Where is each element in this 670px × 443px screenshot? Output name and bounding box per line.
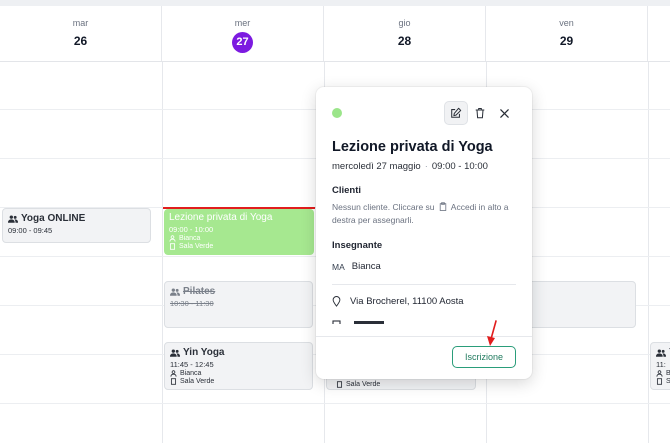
person-icon — [656, 370, 663, 377]
event-title: Yoga ONLINE — [21, 213, 86, 224]
address-row: Via Brocherel, 11100 Aosta — [332, 296, 464, 307]
map-pin-icon — [332, 296, 341, 307]
day-of-week: gio — [398, 18, 411, 28]
day-number: 26 — [73, 34, 88, 48]
event-teacher-name: Bianca — [180, 370, 202, 377]
teacher-avatar: MA — [332, 261, 345, 272]
popover-footer-divider — [316, 336, 532, 337]
popover-title: Lezione privata di Yoga — [332, 139, 493, 155]
popover-divider — [332, 284, 516, 285]
clipboard-icon — [439, 202, 447, 211]
event-saturday-clipped[interactable]: Yi 11: B S — [650, 342, 670, 390]
room-icon — [656, 378, 663, 385]
event-yin-yoga[interactable]: Yin Yoga 11:45 - 12:45 Bianca Sala Verde — [164, 342, 313, 390]
event-teacher: Bianca — [169, 235, 309, 242]
event-pilates-cancelled[interactable]: Pilates 10:30 - 11:30 — [164, 281, 313, 328]
day-number: 29 — [559, 34, 574, 48]
group-icon — [8, 215, 18, 223]
day-of-week: mer — [234, 18, 251, 28]
group-icon — [170, 288, 180, 296]
event-time: 11:45 - 12:45 — [170, 360, 214, 369]
event-room-name: S — [666, 378, 670, 385]
teacher-row: MA Bianca — [332, 261, 381, 272]
day-header-fri[interactable]: ven 29 — [486, 6, 648, 61]
event-room: Sala Verde — [169, 243, 309, 250]
event-title: Pilates — [183, 286, 216, 297]
event-time: 10:30 - 11:30 — [170, 299, 214, 308]
day-of-week: mar — [72, 18, 89, 28]
iscrizione-button[interactable]: Iscrizione — [452, 346, 516, 368]
address-text: Via Brocherel, 11100 Aosta — [350, 296, 464, 307]
close-icon — [499, 108, 509, 118]
group-icon — [656, 349, 666, 357]
event-title: Lezione privata di Yoga — [169, 212, 273, 223]
delete-button[interactable] — [468, 101, 492, 125]
event-detail-popover: Lezione privata di Yoga mercoledì 27 mag… — [316, 87, 532, 379]
event-title: Yin Yoga — [183, 347, 225, 358]
event-time: 09:00 - 09:45 — [8, 226, 53, 235]
event-color-dot — [332, 108, 342, 118]
day-header-tue[interactable]: mar 26 — [0, 6, 162, 61]
grid-row-line — [0, 403, 670, 404]
event-yoga-online[interactable]: Yoga ONLINE 09:00 - 09:45 — [2, 208, 151, 243]
day-of-week: ven — [559, 18, 574, 28]
popover-datetime: mercoledì 27 maggio · 09:00 - 10:00 — [332, 161, 488, 172]
event-time: 11: — [656, 360, 666, 369]
event-lezione-privata[interactable]: Lezione privata di Yoga 09:00 - 10:00 Bi… — [164, 209, 314, 255]
grid-row-line — [0, 61, 670, 62]
popover-time: 09:00 - 10:00 — [431, 161, 488, 172]
event-room-name: Sala Verde — [346, 381, 381, 388]
event-title-row: Pilates — [170, 285, 307, 298]
teacher-label: Insegnante — [332, 240, 383, 251]
room-row-clipped — [332, 320, 392, 324]
event-teacher-name: Bianca — [179, 235, 201, 242]
day-header-thu[interactable]: gio 28 — [324, 6, 486, 61]
day-number-today: 27 — [232, 32, 253, 53]
event-title-row: Yoga ONLINE — [8, 212, 145, 225]
room-icon — [332, 320, 384, 324]
grid-column-divider — [648, 61, 649, 443]
event-room-name: Sala Verde — [180, 378, 215, 385]
event-teacher: B — [656, 370, 670, 377]
teacher-name: Bianca — [351, 261, 381, 272]
separator-dot: · — [424, 161, 428, 172]
room-icon — [170, 378, 177, 385]
event-teacher-name: B — [666, 370, 670, 377]
person-icon — [170, 370, 177, 377]
clients-label: Clienti — [332, 185, 362, 196]
edit-icon — [451, 107, 462, 118]
clients-text-part1: Nessun cliente. Cliccare su — [332, 202, 435, 212]
clients-empty-text: Nessun cliente. Cliccare su Accedi in al… — [332, 201, 512, 227]
room-icon — [169, 243, 176, 250]
event-title-row: Yi — [656, 346, 670, 359]
day-number: 28 — [397, 34, 412, 48]
day-header-wed[interactable]: mer 27 — [162, 6, 324, 61]
event-teacher: Bianca — [170, 370, 307, 377]
group-icon — [170, 349, 180, 357]
person-icon — [169, 235, 176, 242]
trash-icon — [475, 108, 485, 119]
event-title-row: Yin Yoga — [170, 346, 307, 359]
event-room: Sala Verde — [170, 378, 307, 385]
event-room: S — [656, 378, 670, 385]
event-time: 09:00 - 10:00 — [169, 225, 214, 234]
close-button[interactable] — [492, 101, 516, 125]
edit-button[interactable] — [444, 101, 468, 125]
event-room-name: Sala Verde — [179, 243, 214, 250]
grid-column-divider — [162, 61, 163, 443]
event-room: Sala Verde — [336, 381, 380, 388]
popover-date: mercoledì 27 maggio — [332, 161, 421, 172]
room-icon — [336, 381, 343, 388]
